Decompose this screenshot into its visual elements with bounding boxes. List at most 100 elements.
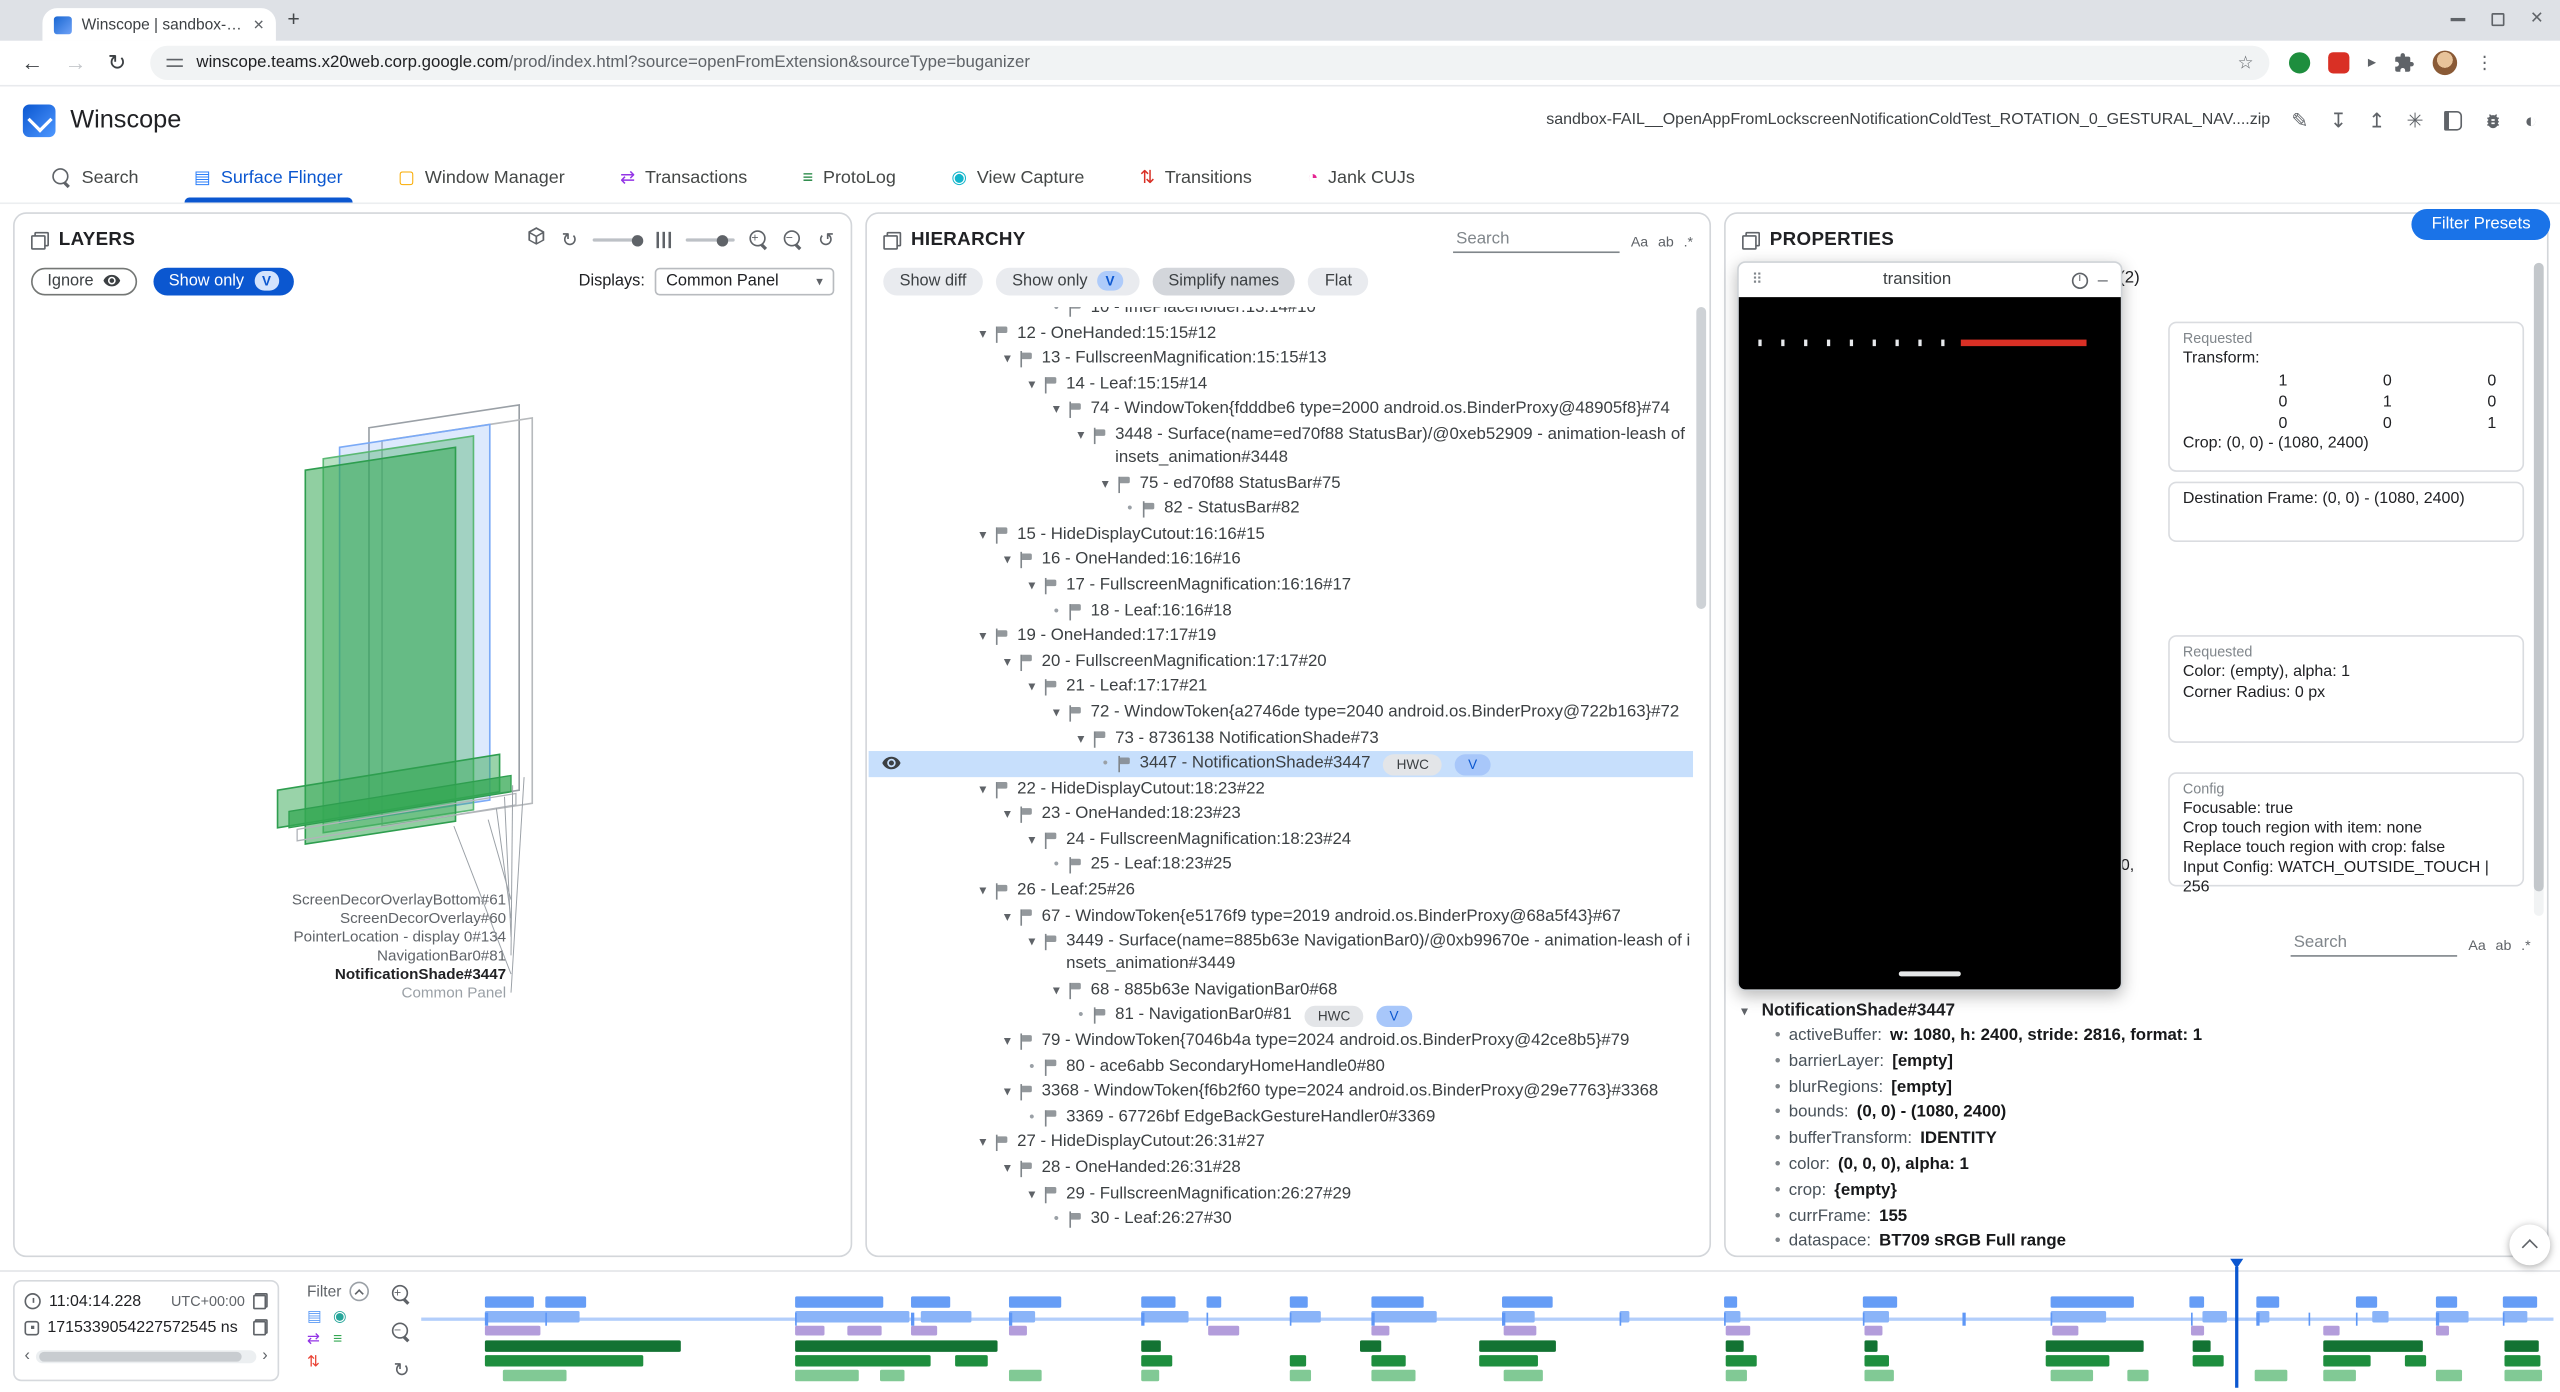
- list-icon[interactable]: ≡: [333, 1332, 353, 1348]
- extension-icon-cursor[interactable]: ▸: [2368, 54, 2376, 72]
- browser-menu-button[interactable]: ⋮: [2476, 52, 2494, 73]
- transition-overlay-window[interactable]: ⠿ transition –: [1737, 261, 2122, 991]
- zoom-out-button[interactable]: −: [784, 230, 804, 250]
- dark-mode-icon[interactable]: ◐: [2525, 110, 2537, 130]
- tab-transitions[interactable]: ⇅Transitions: [1140, 153, 1252, 202]
- property-row[interactable]: •dataspace:BT709 sRGB Full range: [1736, 1230, 2544, 1256]
- tab-jank-cujs[interactable]: ◔Jank CUJs: [1307, 153, 1415, 202]
- edit-icon[interactable]: ✎: [2291, 110, 2308, 130]
- tab-view-capture[interactable]: ◉View Capture: [951, 153, 1084, 202]
- expand-arrow-icon[interactable]: ▾: [1736, 998, 1754, 1024]
- panel-expand-icon[interactable]: [1742, 231, 1760, 249]
- expand-arrow-icon[interactable]: ▾: [1096, 471, 1116, 496]
- expand-arrow-icon[interactable]: ▾: [1022, 573, 1042, 598]
- tree-node[interactable]: ▾3448 - Surface(name=ed70f88 StatusBar)/…: [869, 423, 1693, 471]
- property-row[interactable]: •crop:{empty}: [1736, 1178, 2544, 1204]
- show-only-v-button[interactable]: Show onlyV: [996, 267, 1139, 295]
- view-3d-icon[interactable]: [526, 225, 547, 254]
- expand-arrow-icon[interactable]: ▾: [998, 649, 1018, 674]
- timeline-canvas[interactable]: [421, 1272, 2553, 1392]
- property-row[interactable]: •blurRegions:[empty]: [1736, 1075, 2544, 1101]
- expand-arrow-icon[interactable]: ▾: [998, 1029, 1018, 1054]
- tree-node[interactable]: ▾79 - WindowToken{7046b4a type=2024 andr…: [869, 1029, 1693, 1054]
- timeline-h-scrollbar[interactable]: [36, 1350, 255, 1363]
- tree-node[interactable]: •10 - ImePlaceholder:13:14#10: [869, 307, 1693, 321]
- expand-arrow-icon[interactable]: ▾: [1071, 423, 1091, 448]
- simplify-names-button[interactable]: Simplify names: [1152, 267, 1295, 295]
- browser-tab[interactable]: Winscope | sandbox-FAIL ✕: [42, 8, 275, 41]
- expand-arrow-icon[interactable]: ▾: [998, 904, 1018, 929]
- tree-node[interactable]: ▾27 - HideDisplayCutout:26:31#27: [869, 1130, 1693, 1155]
- tree-node[interactable]: ▾29 - FullscreenMagnification:26:27#29: [869, 1181, 1693, 1206]
- expand-arrow-icon[interactable]: ▾: [998, 1080, 1018, 1105]
- scroll-left-arrow[interactable]: ‹: [24, 1349, 29, 1365]
- extension-icon-green[interactable]: [2289, 52, 2310, 73]
- expand-arrow-icon[interactable]: ▾: [973, 624, 993, 649]
- site-settings-icon[interactable]: [167, 55, 183, 71]
- documentation-icon[interactable]: [2445, 110, 2463, 130]
- extension-icon-red[interactable]: [2329, 52, 2350, 73]
- copy-time-icon[interactable]: [253, 1293, 268, 1309]
- back-button[interactable]: ←: [21, 51, 43, 75]
- expand-arrow-icon[interactable]: ▾: [1022, 929, 1042, 954]
- tree-node[interactable]: ▾12 - OneHanded:15:15#12: [869, 321, 1693, 346]
- tree-node[interactable]: ▾13 - FullscreenMagnification:15:15#13: [869, 346, 1693, 371]
- visibility-eye-icon[interactable]: [882, 751, 905, 776]
- tree-node[interactable]: •3447 - NotificationShade#3447HWCV: [869, 751, 1693, 776]
- properties-search-input[interactable]: [2290, 931, 2457, 957]
- tree-node[interactable]: ▾23 - OneHanded:18:23#23: [869, 802, 1693, 827]
- bookmark-star-icon[interactable]: ☆: [2237, 52, 2253, 73]
- timeline-reset-button[interactable]: ↻: [393, 1360, 409, 1380]
- tree-node[interactable]: ▾3368 - WindowToken{f6b2f60 type=2024 an…: [869, 1080, 1693, 1105]
- expand-arrow-icon[interactable]: ▾: [1071, 726, 1091, 751]
- tree-node[interactable]: •82 - StatusBar#82: [869, 497, 1693, 522]
- show-diff-button[interactable]: Show diff: [883, 267, 983, 295]
- window-close-button[interactable]: ✕: [2530, 11, 2544, 27]
- scroll-right-arrow[interactable]: ›: [262, 1349, 267, 1365]
- tree-node[interactable]: ▾72 - WindowToken{a2746de type=2040 andr…: [869, 700, 1693, 725]
- layer-canvas-label[interactable]: ScreenDecorOverlay#60: [340, 910, 506, 927]
- tree-node[interactable]: ▾17 - FullscreenMagnification:16:16#17: [869, 573, 1693, 598]
- expand-arrow-icon[interactable]: ▾: [998, 346, 1018, 371]
- tree-node[interactable]: ▾74 - WindowToken{fdddbe6 type=2000 andr…: [869, 397, 1693, 422]
- panel-expand-icon[interactable]: [883, 231, 901, 249]
- tree-node[interactable]: •3369 - 67726bf EdgeBackGestureHandler0#…: [869, 1105, 1693, 1130]
- copy-ns-icon[interactable]: [253, 1319, 268, 1335]
- tree-node[interactable]: ▾15 - HideDisplayCutout:16:16#15: [869, 522, 1693, 547]
- tree-node[interactable]: ▾24 - FullscreenMagnification:18:23#24: [869, 828, 1693, 853]
- expand-arrow-icon[interactable]: ▾: [1047, 978, 1067, 1003]
- tree-node[interactable]: ▾68 - 885b63e NavigationBar0#68: [869, 978, 1693, 1003]
- reset-view-button[interactable]: ↺: [818, 230, 834, 250]
- tree-node[interactable]: •25 - Leaf:18:23#25: [869, 853, 1693, 878]
- panel-expand-icon[interactable]: [31, 231, 49, 249]
- zoom-in-button[interactable]: +: [749, 230, 769, 250]
- ignore-button[interactable]: Ignore: [31, 267, 138, 295]
- forward-button[interactable]: →: [64, 51, 86, 75]
- hierarchy-search-input[interactable]: [1453, 227, 1620, 253]
- layers-icon[interactable]: ▤: [307, 1309, 327, 1325]
- displays-select[interactable]: Common Panel ▾: [655, 267, 835, 295]
- tree-node[interactable]: ▾16 - OneHanded:16:16#16: [869, 548, 1693, 573]
- expand-arrow-icon[interactable]: ▾: [973, 777, 993, 802]
- property-row[interactable]: •barrierLayer:[empty]: [1736, 1049, 2544, 1075]
- transition-icon[interactable]: ⇅: [307, 1355, 327, 1371]
- tree-node[interactable]: ▾26 - Leaf:25#26: [869, 878, 1693, 903]
- drag-handle-icon[interactable]: ⠿: [1752, 271, 1763, 289]
- tree-node[interactable]: •81 - NavigationBar0#81HWCV: [869, 1003, 1693, 1028]
- tree-node[interactable]: ▾75 - ed70f88 StatusBar#75: [869, 471, 1693, 496]
- property-row[interactable]: •color:(0, 0, 0), alpha: 1: [1736, 1153, 2544, 1179]
- expand-arrow-icon[interactable]: ▾: [973, 1130, 993, 1155]
- tree-node[interactable]: ▾73 - 8736138 NotificationShade#73: [869, 726, 1693, 751]
- tree-node[interactable]: ▾67 - WindowToken{e5176f9 type=2019 andr…: [869, 904, 1693, 929]
- expand-arrow-icon[interactable]: ▾: [1022, 1181, 1042, 1206]
- match-word-icon[interactable]: ab: [1658, 233, 1674, 249]
- window-maximize-button[interactable]: [2491, 13, 2504, 26]
- extensions-puzzle-icon[interactable]: [2394, 52, 2415, 73]
- expand-arrow-icon[interactable]: ▾: [1022, 372, 1042, 397]
- match-case-icon[interactable]: Aa: [2468, 937, 2485, 953]
- expand-arrow-icon[interactable]: ▾: [973, 321, 993, 346]
- tree-node[interactable]: ▾19 - OneHanded:17:17#19: [869, 624, 1693, 649]
- tab-close-icon[interactable]: ✕: [253, 16, 265, 34]
- expand-arrow-icon[interactable]: ▾: [1022, 828, 1042, 853]
- property-row[interactable]: •activeBuffer:w: 1080, h: 2400, stride: …: [1736, 1024, 2544, 1050]
